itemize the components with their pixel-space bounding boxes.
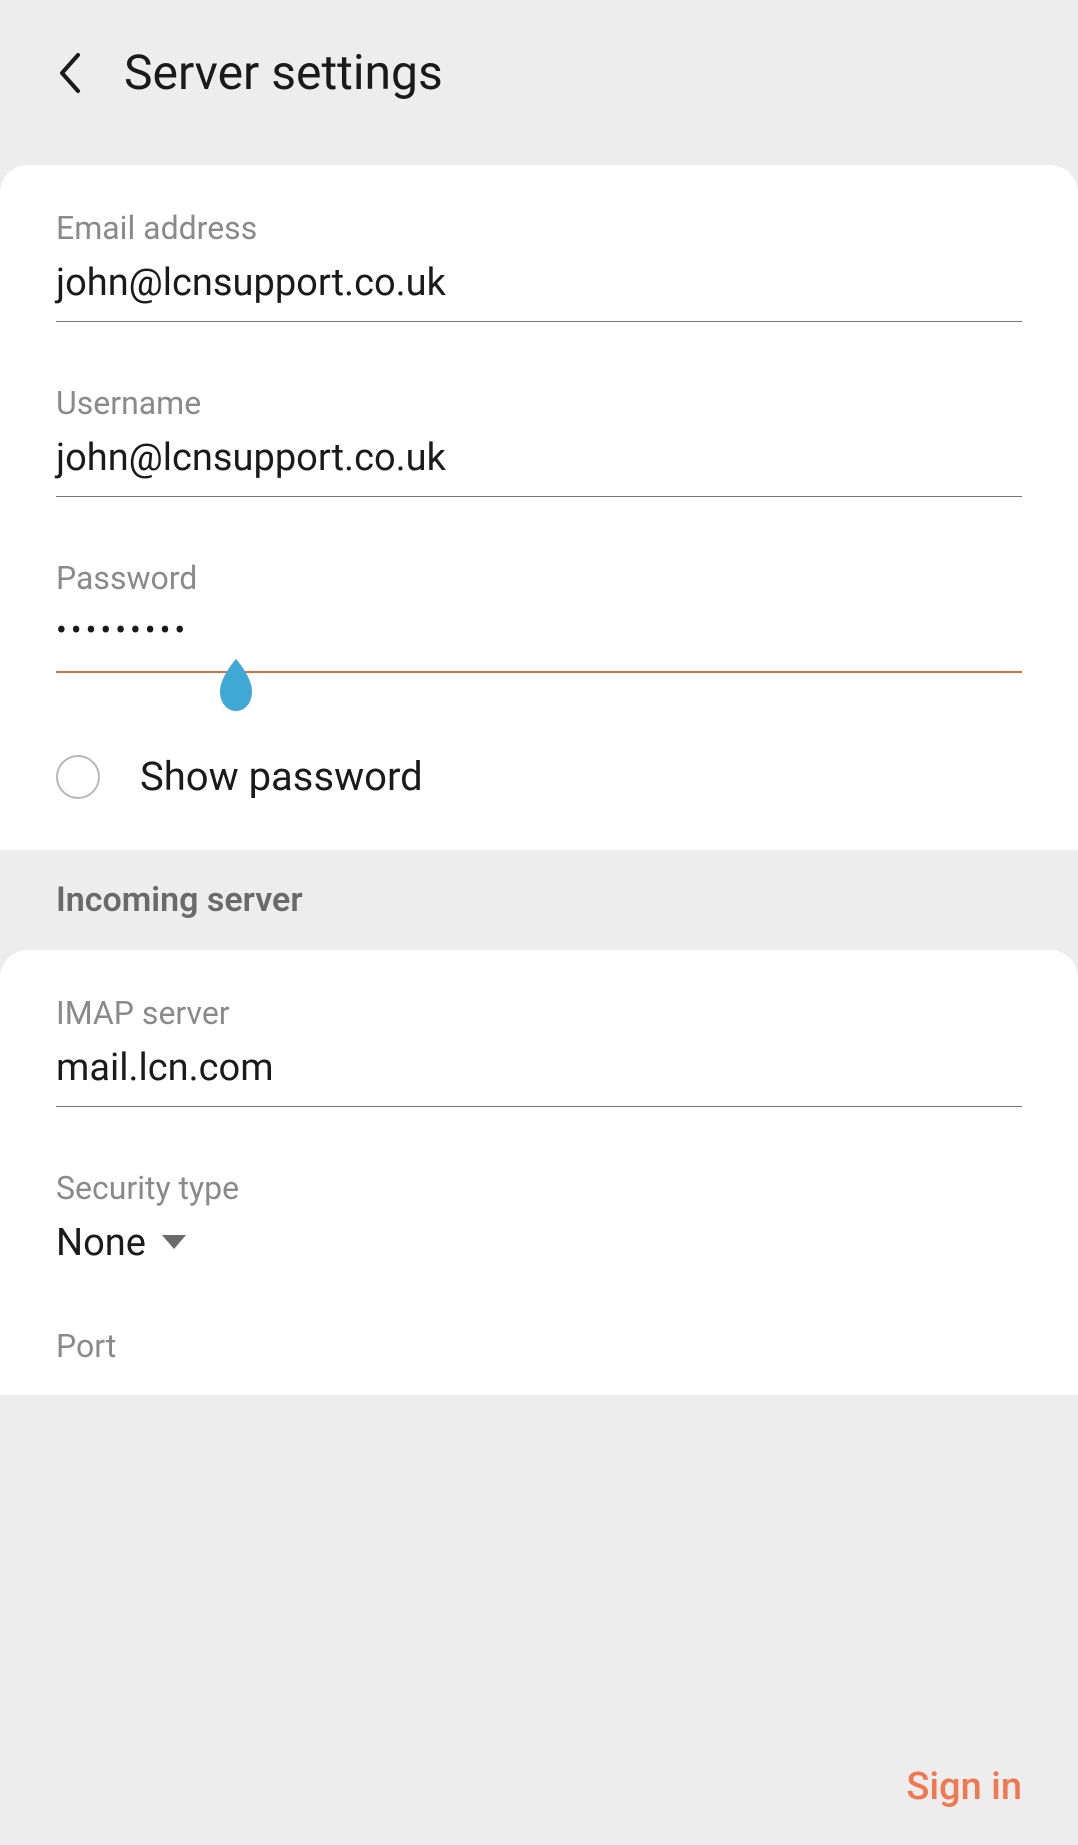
port-field-group: Port: [56, 1327, 1022, 1365]
security-type-value: None: [56, 1221, 146, 1265]
password-field-group: Password •••••••••: [56, 559, 1022, 673]
show-password-row[interactable]: Show password: [56, 753, 1022, 800]
page-title: Server settings: [124, 44, 443, 101]
email-field[interactable]: john@lcnsupport.co.uk: [56, 261, 1022, 322]
password-value: •••••••••: [56, 611, 1022, 671]
header: Server settings: [0, 0, 1078, 145]
port-label: Port: [56, 1327, 1022, 1365]
security-type-field-group: Security type None: [56, 1169, 1022, 1265]
email-field-group: Email address john@lcnsupport.co.uk: [56, 209, 1022, 322]
back-button[interactable]: [56, 51, 84, 95]
incoming-server-card: IMAP server mail.lcn.com Security type N…: [0, 950, 1078, 1395]
chevron-left-icon: [56, 51, 84, 95]
footer-bar: Sign in: [0, 1729, 1078, 1845]
username-field[interactable]: john@lcnsupport.co.uk: [56, 436, 1022, 497]
security-type-dropdown[interactable]: None: [56, 1221, 1022, 1265]
password-field[interactable]: •••••••••: [56, 611, 1022, 673]
show-password-checkbox[interactable]: [56, 755, 100, 799]
text-cursor-handle-icon[interactable]: [212, 659, 260, 713]
account-card: Email address john@lcnsupport.co.uk User…: [0, 165, 1078, 850]
email-label: Email address: [56, 209, 1022, 247]
incoming-server-header: Incoming server: [0, 850, 1078, 950]
sign-in-button[interactable]: Sign in: [906, 1765, 1022, 1809]
password-label: Password: [56, 559, 1022, 597]
imap-label: IMAP server: [56, 994, 1022, 1032]
username-field-group: Username john@lcnsupport.co.uk: [56, 384, 1022, 497]
security-type-label: Security type: [56, 1169, 1022, 1207]
imap-field-group: IMAP server mail.lcn.com: [56, 994, 1022, 1107]
imap-server-field[interactable]: mail.lcn.com: [56, 1046, 1022, 1107]
username-label: Username: [56, 384, 1022, 422]
show-password-label: Show password: [140, 753, 423, 800]
dropdown-arrow-icon: [160, 1233, 188, 1253]
